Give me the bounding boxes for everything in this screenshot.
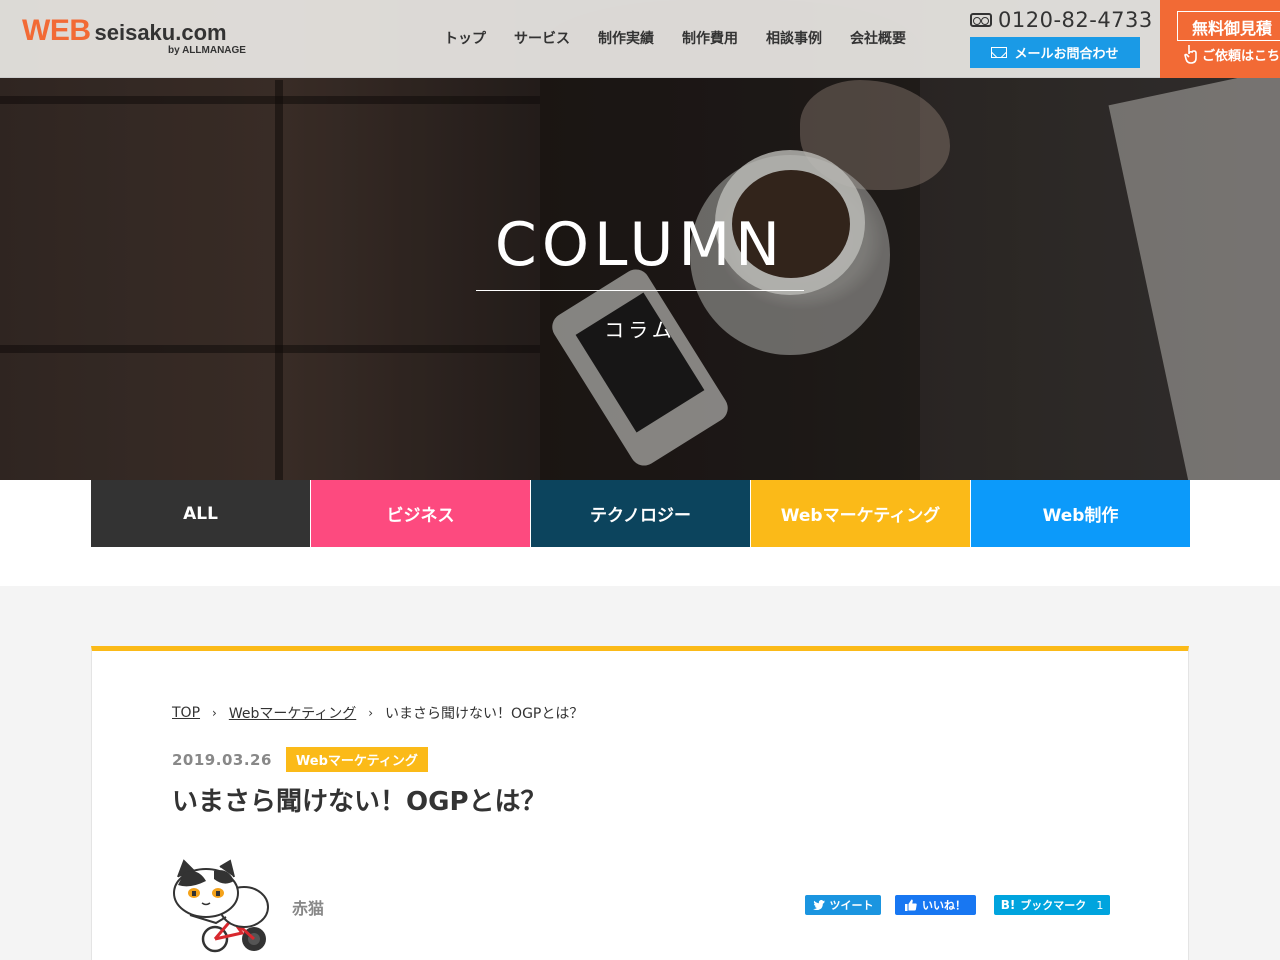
nav-cases[interactable]: 相談事例: [752, 28, 836, 48]
tweet-label: ツイート: [829, 899, 874, 912]
nav-top[interactable]: トップ: [430, 28, 500, 48]
nav-company[interactable]: 会社概要: [836, 28, 920, 48]
phone-number: 0120-82-4733: [998, 8, 1153, 32]
article-meta: 2019.03.26 Webマーケティング: [172, 747, 428, 772]
pointer-hand-icon: [1184, 45, 1197, 64]
logo-web: WEB: [22, 14, 91, 47]
hatena-bookmark-button[interactable]: B! ブックマーク 1: [994, 895, 1110, 915]
hatena-b-icon: B!: [1000, 898, 1016, 912]
category-badge[interactable]: Webマーケティング: [285, 747, 428, 772]
tab-web-marketing[interactable]: Webマーケティング: [751, 480, 971, 547]
author-name: 赤猫: [292, 899, 325, 918]
chevron-right-icon: ›: [368, 706, 374, 720]
site-header: WEB seisaku.com by ALLMANAGE トップ サービス 制作実…: [0, 0, 1280, 78]
facebook-like-button[interactable]: いいね！: [895, 895, 976, 915]
thumbs-up-icon: [905, 899, 917, 911]
nav-works[interactable]: 制作実績: [584, 28, 668, 48]
main-nav: トップ サービス 制作実績 制作費用 相談事例 会社概要: [430, 28, 920, 48]
mail-contact-label: メールお問合わせ: [1014, 47, 1119, 62]
tab-business[interactable]: ビジネス: [311, 480, 531, 547]
twitter-bird-icon: [812, 900, 825, 910]
article-date: 2019.03.26: [172, 750, 272, 769]
category-tabs: ALL ビジネス テクノロジー Webマーケティング Web制作: [91, 480, 1190, 547]
nav-price[interactable]: 制作費用: [668, 28, 752, 48]
tweet-button[interactable]: ツイート: [805, 895, 881, 915]
hero-title: COLUMN: [494, 210, 786, 280]
estimate-label: 無料御見積: [1177, 11, 1280, 41]
nav-service[interactable]: サービス: [500, 28, 584, 48]
hatena-count: 1: [1096, 898, 1104, 912]
tab-technology[interactable]: テクノロジー: [531, 480, 751, 547]
article-title: いまさら聞けない！OGPとは？: [172, 787, 547, 817]
breadcrumb-current: いまさら聞けない！OGPとは？: [385, 706, 584, 722]
tab-all[interactable]: ALL: [91, 480, 311, 547]
mail-icon: [991, 47, 1008, 58]
like-label: いいね！: [922, 899, 966, 912]
free-dial-icon: [970, 13, 992, 27]
mail-contact-button[interactable]: メールお問合わせ: [970, 37, 1140, 68]
chevron-right-icon: ›: [212, 706, 217, 720]
breadcrumb-top[interactable]: TOP: [172, 705, 200, 721]
free-estimate-button[interactable]: 無料御見積 ご依頼はこち: [1160, 0, 1280, 78]
logo-byline: by ALLMANAGE: [168, 45, 246, 56]
author-avatar: [173, 859, 269, 953]
article-card: TOP › Webマーケティング › いまさら聞けない！OGPとは？ 2019.…: [91, 646, 1189, 960]
phone-contact[interactable]: 0120-82-4733: [970, 8, 1153, 32]
hero-divider: [476, 290, 804, 291]
breadcrumb: TOP › Webマーケティング › いまさら聞けない！OGPとは？: [172, 703, 583, 723]
estimate-sub-label: ご依頼はこち: [1202, 48, 1280, 64]
hero-subtitle: コラム: [604, 318, 676, 342]
hatena-label: ブックマーク: [1020, 899, 1087, 912]
breadcrumb-category[interactable]: Webマーケティング: [229, 703, 356, 723]
tab-web-production[interactable]: Web制作: [971, 480, 1190, 547]
site-logo[interactable]: WEB seisaku.com by ALLMANAGE: [22, 14, 246, 56]
logo-site-name: seisaku.com: [94, 20, 227, 45]
